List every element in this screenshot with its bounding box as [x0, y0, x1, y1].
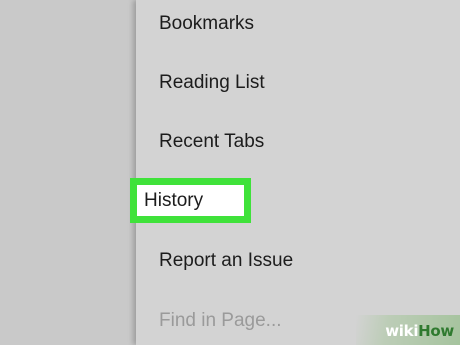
menu-item-history[interactable]: History [137, 185, 244, 216]
menu-item-bookmarks[interactable]: Bookmarks [159, 12, 254, 36]
menu-item-find-in-page: Find in Page... [159, 310, 282, 331]
watermark-badge: wikiHow [356, 315, 460, 345]
overflow-menu: Bookmarks Reading List Recent Tabs Repor… [136, 0, 460, 345]
menu-item-reading-list[interactable]: Reading List [159, 71, 265, 95]
history-highlight-box: History [130, 178, 251, 223]
watermark-how: How [418, 322, 454, 340]
menu-item-recent-tabs[interactable]: Recent Tabs [159, 130, 264, 154]
watermark-wiki: wiki [385, 322, 419, 340]
watermark-logo: wikiHow [385, 322, 454, 340]
menu-item-report-issue[interactable]: Report an Issue [159, 249, 293, 273]
